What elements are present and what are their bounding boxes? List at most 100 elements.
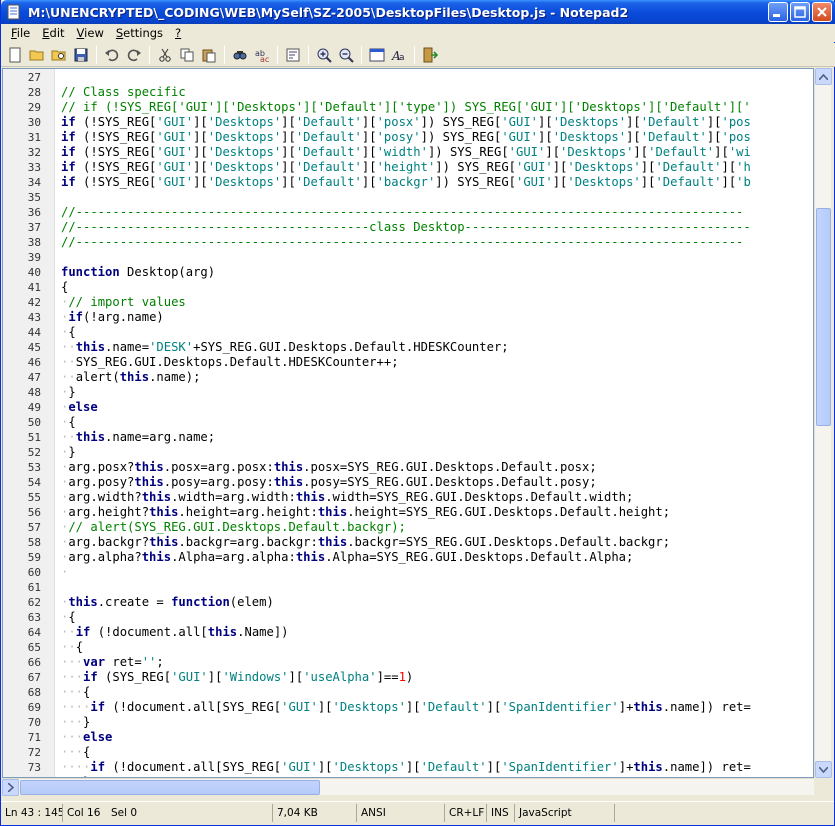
code-token: ; (156, 655, 164, 669)
code-token: this (119, 370, 150, 384)
code-token: .posx=arg.posx: (163, 460, 274, 474)
code-token: this (134, 460, 164, 474)
line-number: 41 (27, 281, 41, 294)
copy-button[interactable] (176, 44, 198, 66)
menu-file[interactable]: File (5, 26, 36, 40)
new-file-button[interactable] (4, 44, 26, 66)
code-token: ][ (193, 130, 208, 144)
menu-view[interactable]: View (71, 26, 110, 40)
title-bar[interactable]: M:\UNENCRYPTED\_CODING\WEB\MySelf\SZ-200… (1, 0, 835, 24)
code-text: ·{ (61, 415, 76, 430)
code-token: } (68, 445, 76, 459)
code-text: { (61, 280, 68, 295)
toolbar-separator (224, 45, 225, 64)
menu-help[interactable]: ? (169, 26, 187, 40)
code-token: 'Desktops' (560, 145, 634, 159)
browse-icon (51, 50, 66, 60)
code-token: ··· (61, 670, 84, 684)
find-button[interactable] (229, 44, 251, 66)
zoom-in-button[interactable] (313, 44, 335, 66)
code-token: 'Desktops' (332, 700, 406, 714)
zoom-in-icon (317, 48, 332, 63)
close-button[interactable] (812, 2, 832, 22)
code-token: ][ (361, 175, 377, 189)
code-token: ) (405, 670, 414, 684)
code-text: ··SYS_REG.GUI.Desktops.Default.HDESKCoun… (61, 355, 399, 370)
code-token: // alert(SYS_REG.GUI.Desktops.Default.ba… (68, 520, 406, 534)
code-text: ·arg.backgr?this.backgr=arg.backgr:this.… (61, 535, 670, 550)
status-line-endings[interactable]: CR+LF (445, 803, 487, 822)
code-token: .Name]) (237, 625, 289, 639)
code-token: this (273, 475, 304, 489)
status-encoding[interactable]: ANSI (357, 803, 445, 822)
open-folder-button[interactable] (26, 44, 48, 66)
code-token: this (149, 505, 179, 519)
redo-button[interactable] (123, 44, 145, 66)
scroll-down-button[interactable] (815, 761, 832, 778)
exit-button[interactable] (419, 44, 441, 66)
code-token: ][ (552, 160, 568, 174)
scroll-up-button[interactable] (815, 68, 832, 85)
save-button[interactable] (70, 44, 92, 66)
maximize-button[interactable] (790, 2, 810, 22)
code-token: { (68, 610, 76, 624)
code-token: ·· (61, 625, 76, 639)
menu-edit[interactable]: Edit (36, 26, 70, 40)
scrollbar-corner (814, 778, 831, 795)
word-wrap-button[interactable] (282, 44, 304, 66)
vertical-scrollbar[interactable] (814, 68, 832, 778)
horizontal-scroll-thumb[interactable] (20, 780, 320, 795)
code-token: function (61, 265, 120, 279)
code-token: ][ (538, 115, 553, 129)
replace-icon: abac (255, 49, 269, 63)
code-token: ][ (361, 130, 377, 144)
zoom-out-button[interactable] (335, 44, 357, 66)
code-token: ]) SYS_REG[ (427, 145, 509, 159)
line-number: 66 (27, 656, 41, 669)
zoom-out-icon (339, 48, 354, 63)
code-line: 52 ·} (3, 445, 813, 460)
line-number: 68 (27, 686, 41, 699)
code-line: 64 ··if (!document.all[this.Name]) (3, 625, 813, 640)
code-token: { (75, 640, 84, 654)
code-text: ·if(!arg.name) (61, 310, 164, 325)
font-button[interactable]: Aa (388, 44, 410, 66)
status-bar: Ln 43 : 145 Col 16 Sel 0 7,04 KB ANSI CR… (1, 801, 834, 823)
scroll-right-button[interactable] (2, 779, 19, 796)
code-token: 'Desktops' (207, 175, 282, 189)
toolbar-separator (149, 45, 150, 64)
code-token: 'GUI' (156, 145, 194, 159)
line-number: 29 (27, 101, 41, 114)
line-number: 43 (27, 311, 41, 324)
status-lexer[interactable]: JavaScript (515, 803, 615, 822)
copy-icon (180, 48, 194, 61)
code-token: 'useAlpha' (303, 670, 377, 684)
menu-settings[interactable]: Settings (110, 26, 169, 40)
toolbar: ab ac Aa (1, 43, 835, 67)
undo-button[interactable] (101, 44, 123, 66)
code-token: ]) SYS_REG[ (435, 175, 516, 189)
code-token: ][ (288, 670, 304, 684)
code-token: .name]) ret= (662, 760, 751, 774)
code-token: 'Desktops' (332, 760, 406, 774)
scheme-button[interactable] (366, 44, 388, 66)
code-token: 'posx' (376, 115, 421, 129)
minimize-button[interactable] (768, 2, 788, 22)
line-number: 34 (27, 176, 41, 189)
horizontal-scrollbar[interactable] (2, 778, 814, 796)
code-line: 44 ·{ (3, 325, 813, 340)
paste-button[interactable] (198, 44, 220, 66)
code-token: ··· (61, 730, 84, 744)
code-token: 'b (736, 175, 751, 189)
vertical-scroll-thumb[interactable] (816, 208, 831, 426)
line-number: 28 (27, 86, 41, 99)
browse-button[interactable] (48, 44, 70, 66)
code-token: 'Desktops' (552, 115, 627, 129)
cut-button[interactable] (154, 44, 176, 66)
code-editor[interactable]: 27 28 // Class specific 29 // if (!SYS_REG['… (2, 68, 814, 778)
code-token: ][ (317, 700, 333, 714)
status-insert-mode[interactable]: INS (487, 803, 515, 822)
code-token: 'DESK' (149, 340, 194, 354)
status-line-position: Ln 43 : 145 (1, 803, 63, 822)
replace-button[interactable]: ab ac (251, 44, 273, 66)
